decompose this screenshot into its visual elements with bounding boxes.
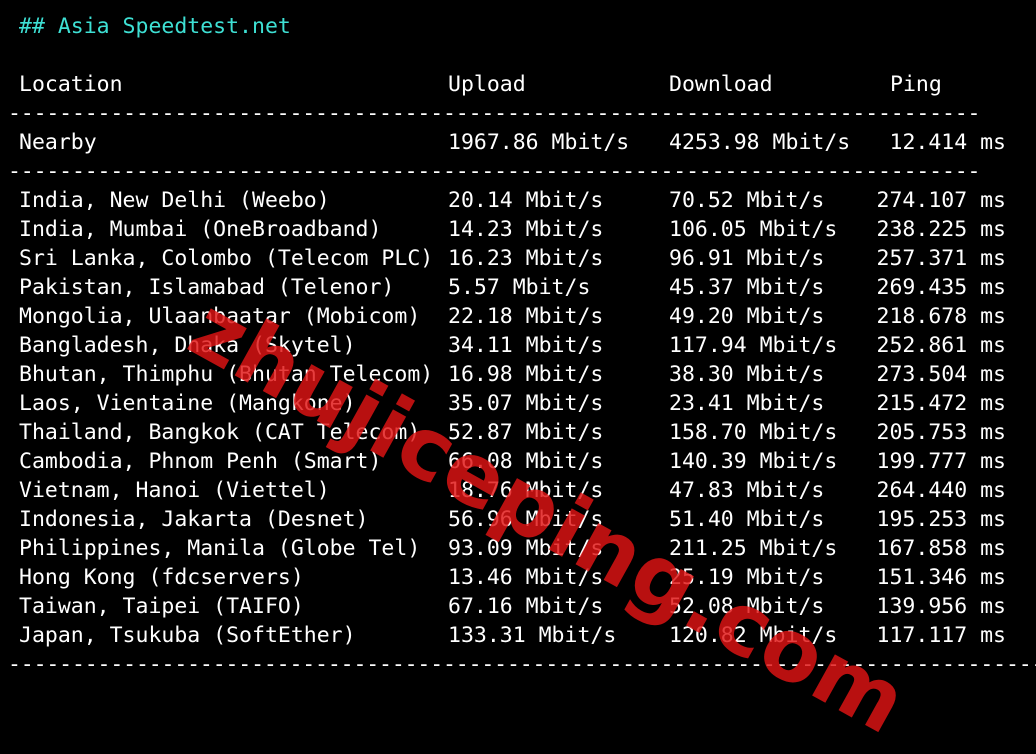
cell-location: Philippines, Manila (Globe Tel) bbox=[19, 536, 421, 561]
table-row: Mongolia, Ulaanbaatar (Mobicom) 22.18 Mbi… bbox=[0, 302, 1036, 331]
table-row: India, Mumbai (OneBroadband) 14.23 Mbit/s… bbox=[0, 215, 1036, 244]
terminal-window: ## Asia Speedtest.net Location Upload Do… bbox=[0, 0, 1036, 754]
cell-ping: 199.777 ms bbox=[876, 449, 1006, 474]
header-download: Download bbox=[669, 72, 773, 97]
cell-download: 49.20 Mbit/s bbox=[669, 304, 825, 329]
cell-upload: 16.98 Mbit/s bbox=[448, 362, 604, 387]
cell-location: India, New Delhi (Weebo) bbox=[19, 188, 330, 213]
section-heading: ## Asia Speedtest.net bbox=[19, 14, 291, 39]
table-row: Indonesia, Jakarta (Desnet) 56.96 Mbit/s 5… bbox=[0, 505, 1036, 534]
cell-location: Mongolia, Ulaanbaatar (Mobicom) bbox=[19, 304, 421, 329]
nearby-row: Nearby 1967.86 Mbit/s 4253.98 Mbit/s 12.… bbox=[0, 128, 1036, 157]
header-upload: Upload bbox=[448, 72, 526, 97]
cell-download: 158.70 Mbit/s bbox=[669, 420, 838, 445]
cell-location: Pakistan, Islamabad (Telenor) bbox=[19, 275, 395, 300]
cell-location: Cambodia, Phnom Penh (Smart) bbox=[19, 449, 382, 474]
table-row: Taiwan, Taipei (TAIFO) 67.16 Mbit/s 52.08 … bbox=[0, 592, 1036, 621]
header-location: Location bbox=[19, 72, 123, 97]
cell-download: 25.19 Mbit/s bbox=[669, 565, 825, 590]
separator-line: ----------------------------------------… bbox=[8, 652, 1036, 677]
table-row: Japan, Tsukuba (SoftEther) 133.31 Mbit/s 1… bbox=[0, 621, 1036, 650]
cell-location: Thailand, Bangkok (CAT Telecom) bbox=[19, 420, 421, 445]
nearby-ping: 12.414 ms bbox=[889, 130, 1007, 155]
cell-download: 70.52 Mbit/s bbox=[669, 188, 825, 213]
table-row: Thailand, Bangkok (CAT Telecom) 52.87 Mbi… bbox=[0, 418, 1036, 447]
table-row: Vietnam, Hanoi (Viettel) 18.76 Mbit/s 47.8… bbox=[0, 476, 1036, 505]
cell-location: Taiwan, Taipei (TAIFO) bbox=[19, 594, 304, 619]
cell-location: Vietnam, Hanoi (Viettel) bbox=[19, 478, 330, 503]
cell-upload: 34.11 Mbit/s bbox=[448, 333, 604, 358]
cell-download: 38.30 Mbit/s bbox=[669, 362, 825, 387]
nearby-location: Nearby bbox=[19, 130, 97, 155]
cell-location: Bhutan, Thimphu (Bhutan Telecom) bbox=[19, 362, 434, 387]
cell-upload: 56.96 Mbit/s bbox=[448, 507, 604, 532]
cell-download: 45.37 Mbit/s bbox=[669, 275, 825, 300]
table-row: Hong Kong (fdcservers) 13.46 Mbit/s 25.19 … bbox=[0, 563, 1036, 592]
cell-ping: 273.504 ms bbox=[876, 362, 1006, 387]
cell-upload: 52.87 Mbit/s bbox=[448, 420, 604, 445]
table-row: Pakistan, Islamabad (Telenor) 5.57 Mbit/s… bbox=[0, 273, 1036, 302]
table-row: Sri Lanka, Colombo (Telecom PLC) 16.23 Mb… bbox=[0, 244, 1036, 273]
cell-upload: 93.09 Mbit/s bbox=[448, 536, 604, 561]
cell-download: 106.05 Mbit/s bbox=[669, 217, 838, 242]
cell-download: 211.25 Mbit/s bbox=[669, 536, 838, 561]
cell-location: Sri Lanka, Colombo (Telecom PLC) bbox=[19, 246, 434, 271]
table-header-row: Location Upload Download Ping bbox=[0, 70, 1036, 99]
cell-download: 52.08 Mbit/s bbox=[669, 594, 825, 619]
nearby-upload: 1967.86 Mbit/s bbox=[448, 130, 630, 155]
cell-ping: 139.956 ms bbox=[876, 594, 1006, 619]
cell-upload: 67.16 Mbit/s bbox=[448, 594, 604, 619]
cell-upload: 133.31 Mbit/s bbox=[448, 623, 617, 648]
table-row: Laos, Vientaine (Mangkone) 35.07 Mbit/s 23… bbox=[0, 389, 1036, 418]
cell-ping: 252.861 ms bbox=[876, 333, 1006, 358]
cell-location: Hong Kong (fdcservers) bbox=[19, 565, 304, 590]
separator-line: ----------------------------------------… bbox=[8, 101, 980, 126]
cell-location: Laos, Vientaine (Mangkone) bbox=[19, 391, 356, 416]
cell-upload: 13.46 Mbit/s bbox=[448, 565, 604, 590]
cell-ping: 274.107 ms bbox=[876, 188, 1006, 213]
table-row: Cambodia, Phnom Penh (Smart) 66.08 Mbit/s… bbox=[0, 447, 1036, 476]
cell-ping: 269.435 ms bbox=[876, 275, 1006, 300]
nearby-download: 4253.98 Mbit/s bbox=[669, 130, 851, 155]
cell-upload: 14.23 Mbit/s bbox=[448, 217, 604, 242]
table-row: Philippines, Manila (Globe Tel) 93.09 Mbi… bbox=[0, 534, 1036, 563]
separator-line: ----------------------------------------… bbox=[8, 159, 980, 184]
cell-location: Bangladesh, Dhaka (Skytel) bbox=[19, 333, 356, 358]
cell-ping: 151.346 ms bbox=[876, 565, 1006, 590]
cell-ping: 117.117 ms bbox=[876, 623, 1006, 648]
cell-upload: 20.14 Mbit/s bbox=[448, 188, 604, 213]
cell-ping: 257.371 ms bbox=[876, 246, 1006, 271]
cell-download: 51.40 Mbit/s bbox=[669, 507, 825, 532]
cell-location: India, Mumbai (OneBroadband) bbox=[19, 217, 382, 242]
cell-upload: 18.76 Mbit/s bbox=[448, 478, 604, 503]
cell-download: 120.82 Mbit/s bbox=[669, 623, 838, 648]
cell-ping: 215.472 ms bbox=[876, 391, 1006, 416]
cell-ping: 195.253 ms bbox=[876, 507, 1006, 532]
cell-download: 96.91 Mbit/s bbox=[669, 246, 825, 271]
cell-upload: 22.18 Mbit/s bbox=[448, 304, 604, 329]
header-ping: Ping bbox=[890, 72, 942, 97]
cell-upload: 66.08 Mbit/s bbox=[448, 449, 604, 474]
cell-ping: 264.440 ms bbox=[876, 478, 1006, 503]
cell-ping: 218.678 ms bbox=[876, 304, 1006, 329]
cell-ping: 167.858 ms bbox=[876, 536, 1006, 561]
cell-download: 140.39 Mbit/s bbox=[669, 449, 838, 474]
cell-upload: 35.07 Mbit/s bbox=[448, 391, 604, 416]
cell-download: 47.83 Mbit/s bbox=[669, 478, 825, 503]
cell-download: 117.94 Mbit/s bbox=[669, 333, 838, 358]
table-row: Bangladesh, Dhaka (Skytel) 34.11 Mbit/s 11… bbox=[0, 331, 1036, 360]
cell-ping: 238.225 ms bbox=[876, 217, 1006, 242]
table-row: Bhutan, Thimphu (Bhutan Telecom) 16.98 Mb… bbox=[0, 360, 1036, 389]
cell-location: Japan, Tsukuba (SoftEther) bbox=[19, 623, 356, 648]
cell-upload: 16.23 Mbit/s bbox=[448, 246, 604, 271]
cell-upload: 5.57 Mbit/s bbox=[448, 275, 591, 300]
cell-download: 23.41 Mbit/s bbox=[669, 391, 825, 416]
cell-ping: 205.753 ms bbox=[876, 420, 1006, 445]
table-row: India, New Delhi (Weebo) 20.14 Mbit/s 70.5… bbox=[0, 186, 1036, 215]
cell-location: Indonesia, Jakarta (Desnet) bbox=[19, 507, 369, 532]
